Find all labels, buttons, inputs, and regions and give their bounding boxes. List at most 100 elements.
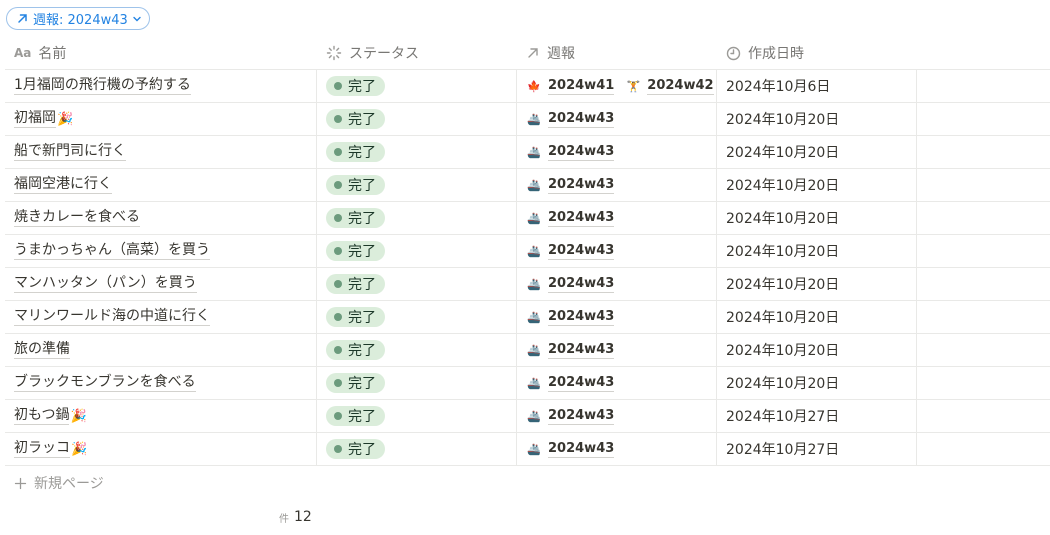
relation-link[interactable]: 🚢 2024w43	[527, 177, 615, 194]
cell-name[interactable]: うまかっちゃん（高菜）を買う	[5, 235, 316, 267]
table-row[interactable]: 焼きカレーを食べる 完了 🚢 2024w43 2024年10月20日	[5, 202, 1050, 235]
cell-weekly[interactable]: 🚢 2024w43	[516, 235, 716, 267]
column-header-status[interactable]: ステータス	[316, 37, 516, 69]
table-row[interactable]: 初ラッコ 🎉 完了 🚢 2024w43 2024年10月27日	[5, 433, 1050, 466]
cell-weekly[interactable]: 🚢 2024w43	[516, 202, 716, 234]
table-row[interactable]: ブラックモンブランを食べる 完了 🚢 2024w43 2024年10月20日	[5, 367, 1050, 400]
cell-status[interactable]: 完了	[316, 136, 516, 168]
relation-link[interactable]: 🚢 2024w43	[527, 111, 615, 128]
count-label: 件	[279, 513, 289, 525]
relation-link[interactable]: 🚢 2024w43	[527, 309, 615, 326]
table-row[interactable]: マンハッタン（パン）を買う 完了 🚢 2024w43 2024年10月20日	[5, 268, 1050, 301]
cell-weekly[interactable]: 🚢 2024w43	[516, 268, 716, 300]
page-title[interactable]: 船で新門司に行く	[14, 143, 126, 161]
cell-name[interactable]: 旅の準備	[5, 334, 316, 366]
cell-status[interactable]: 完了	[316, 235, 516, 267]
row-count[interactable]: 件 12	[279, 509, 312, 525]
cell-name[interactable]: 焼きカレーを食べる	[5, 202, 316, 234]
relation-link[interactable]: 🚢 2024w43	[527, 210, 615, 227]
relation-link[interactable]: 🚢 2024w43	[527, 374, 615, 392]
relation-label: 2024w42	[647, 77, 714, 95]
cell-status[interactable]: 完了	[316, 268, 516, 300]
cell-name[interactable]: マリンワールド海の中道に行く	[5, 301, 316, 333]
page-title[interactable]: 福岡空港に行く	[14, 176, 112, 194]
relation-link[interactable]: 🚢 2024w43	[527, 243, 615, 260]
cell-status[interactable]: 完了	[316, 202, 516, 234]
page-emoji-icon: 🚢	[527, 178, 541, 192]
page-title[interactable]: うまかっちゃん（高菜）を買う	[14, 242, 210, 260]
created-date: 2024年10月20日	[726, 211, 840, 227]
cell-weekly[interactable]: 🚢 2024w43	[516, 301, 716, 333]
cell-status[interactable]: 完了	[316, 367, 516, 399]
relation-label: 2024w43	[548, 143, 615, 161]
filter-chip-weekly[interactable]: 週報: 2024w43	[6, 7, 150, 30]
table-row[interactable]: 福岡空港に行く 完了 🚢 2024w43 2024年10月20日	[5, 169, 1050, 202]
cell-name[interactable]: ブラックモンブランを食べる	[5, 367, 316, 399]
page-title[interactable]: 初もつ鍋	[14, 407, 70, 425]
column-label-created: 作成日時	[748, 46, 804, 62]
created-date: 2024年10月20日	[726, 376, 840, 392]
table-row[interactable]: 船で新門司に行く 完了 🚢 2024w43 2024年10月20日	[5, 136, 1050, 169]
table-body: 1月福岡の飛行機の予約する完了🍁2024w41🏋️2024w42🚢2024年10…	[5, 70, 1050, 466]
created-date: 2024年10月27日	[726, 442, 840, 458]
status-label: 完了	[348, 442, 376, 458]
cell-status[interactable]: 完了	[316, 70, 516, 102]
status-dot-icon	[334, 280, 342, 288]
cell-status[interactable]: 完了	[316, 301, 516, 333]
column-header-weekly[interactable]: 週報	[516, 37, 716, 69]
cell-name[interactable]: 初ラッコ 🎉	[5, 433, 316, 465]
cell-status[interactable]: 完了	[316, 169, 516, 201]
relation-link[interactable]: 🚢 2024w43	[527, 408, 615, 425]
cell-created: 2024年10月20日	[716, 301, 916, 333]
table-row[interactable]: 初福岡 🎉 完了 🚢 2024w43 2024年10月20日	[5, 103, 1050, 136]
page-title[interactable]: 初ラッコ	[14, 440, 70, 458]
cell-weekly[interactable]: 🚢 2024w43	[516, 334, 716, 366]
table-row[interactable]: 初もつ鍋 🎉 完了 🚢 2024w43 2024年10月27日	[5, 400, 1050, 433]
page-title[interactable]: 1月福岡の飛行機の予約する	[14, 77, 191, 95]
column-header-created[interactable]: 作成日時	[716, 37, 916, 69]
cell-weekly[interactable]: 🚢 2024w43	[516, 433, 716, 465]
relation-link[interactable]: 🏋️ 2024w42	[626, 77, 714, 95]
relation-label: 2024w43	[548, 374, 615, 392]
cell-created: 2024年10月20日	[716, 169, 916, 201]
status-label: 完了	[348, 376, 376, 392]
page-emoji-icon: 🚢	[527, 145, 541, 159]
cell-name[interactable]: 福岡空港に行く	[5, 169, 316, 201]
cell-weekly[interactable]: 🚢 2024w43	[516, 400, 716, 432]
table-row[interactable]: 旅の準備 完了 🚢 2024w43 2024年10月20日	[5, 334, 1050, 367]
cell-name[interactable]: 1月福岡の飛行機の予約する	[5, 70, 316, 102]
cell-weekly[interactable]: 🚢 2024w43	[516, 367, 716, 399]
cell-weekly[interactable]: 🚢 2024w43	[516, 103, 716, 135]
page-title[interactable]: 焼きカレーを食べる	[14, 209, 140, 227]
cell-weekly[interactable]: 🍁2024w41🏋️2024w42🚢	[516, 70, 716, 102]
page-title[interactable]: 旅の準備	[14, 341, 70, 359]
cell-status[interactable]: 完了	[316, 103, 516, 135]
new-page-button[interactable]: 新規ページ	[14, 473, 104, 493]
page-title[interactable]: マンハッタン（パン）を買う	[14, 275, 197, 293]
cell-status[interactable]: 完了	[316, 334, 516, 366]
page-title[interactable]: マリンワールド海の中道に行く	[14, 308, 210, 326]
relation-link[interactable]: 🚢 2024w43	[527, 342, 615, 359]
page-title[interactable]: 初福岡	[14, 110, 56, 128]
cell-weekly[interactable]: 🚢 2024w43	[516, 136, 716, 168]
status-label: 完了	[348, 211, 376, 227]
relation-link[interactable]: 🚢 2024w43	[527, 441, 615, 458]
cell-name[interactable]: 初福岡 🎉	[5, 103, 316, 135]
relation-link[interactable]: 🍁 2024w41	[527, 78, 615, 95]
table-row[interactable]: マリンワールド海の中道に行く 完了 🚢 2024w43 2024年10月20日	[5, 301, 1050, 334]
cell-name[interactable]: 船で新門司に行く	[5, 136, 316, 168]
relation-link[interactable]: 🚢 2024w43	[527, 276, 615, 293]
cell-status[interactable]: 完了	[316, 400, 516, 432]
table-row[interactable]: 1月福岡の飛行機の予約する完了🍁2024w41🏋️2024w42🚢2024年10…	[5, 70, 1050, 103]
table-row[interactable]: うまかっちゃん（高菜）を買う 完了 🚢 2024w43 2024年10月20日	[5, 235, 1050, 268]
cell-name[interactable]: 初もつ鍋 🎉	[5, 400, 316, 432]
cell-spacer	[916, 334, 1050, 366]
cell-name[interactable]: マンハッタン（パン）を買う	[5, 268, 316, 300]
cell-status[interactable]: 完了	[316, 433, 516, 465]
page-title[interactable]: ブラックモンブランを食べる	[14, 374, 196, 392]
cell-spacer	[916, 367, 1050, 399]
relation-link[interactable]: 🚢 2024w43	[527, 143, 615, 161]
column-header-name[interactable]: Aa 名前	[5, 37, 316, 69]
cell-weekly[interactable]: 🚢 2024w43	[516, 169, 716, 201]
status-dot-icon	[334, 346, 342, 354]
